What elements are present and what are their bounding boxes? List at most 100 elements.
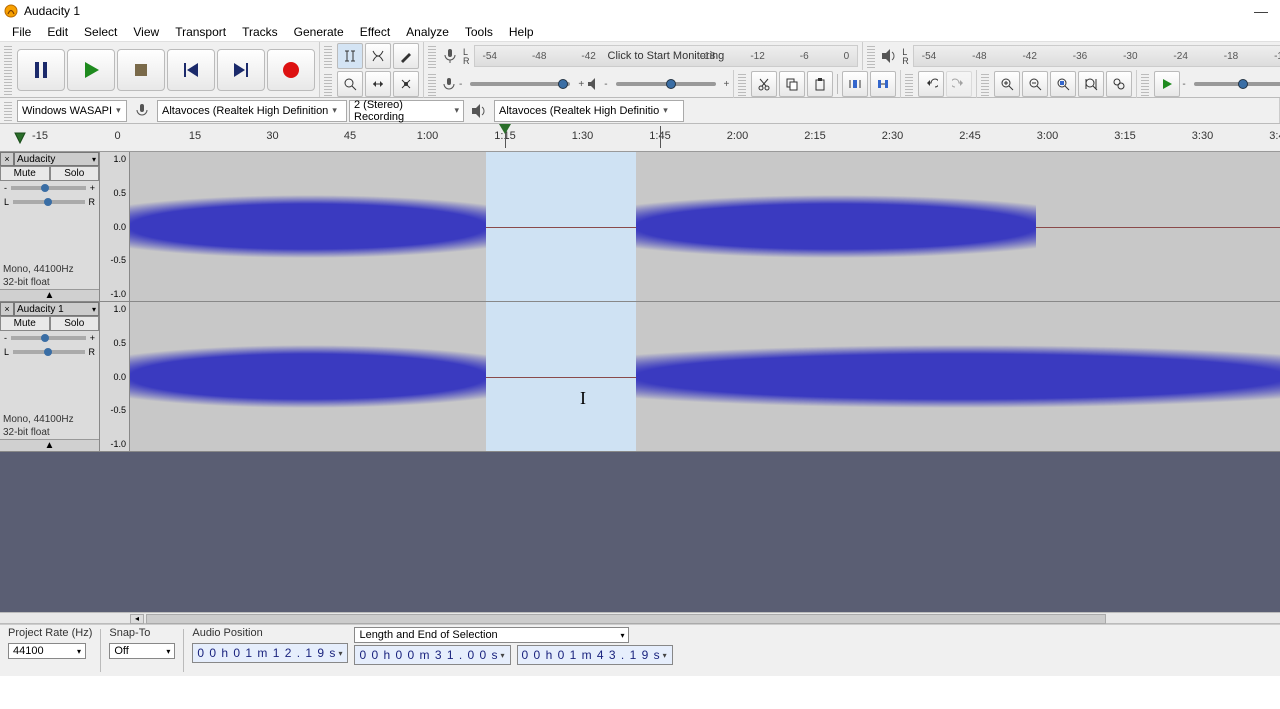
recording-device-select[interactable]: Altavoces (Realtek High Definition▾: [157, 100, 347, 122]
copy-button[interactable]: [779, 71, 805, 97]
audio-host-select[interactable]: Windows WASAPI▾: [17, 100, 127, 122]
amplitude-scale: 1.00.50.0-0.5-1.0: [100, 152, 130, 301]
menu-tracks[interactable]: Tracks: [234, 23, 286, 41]
zoom-out-button[interactable]: [1022, 71, 1048, 97]
redo-button[interactable]: [946, 71, 972, 97]
pan-slider[interactable]: [13, 350, 84, 354]
playback-volume-slider[interactable]: [616, 82, 716, 86]
track-menu-dropdown[interactable]: Audacity▾: [14, 152, 99, 166]
play-at-speed-button[interactable]: [1154, 71, 1180, 97]
waveform-display[interactable]: [130, 152, 1280, 301]
silence-button[interactable]: [870, 71, 896, 97]
zoom-toggle-button[interactable]: [1106, 71, 1132, 97]
mic-device-icon: [133, 102, 151, 120]
speaker-icon[interactable]: [880, 47, 898, 65]
recording-volume-slider[interactable]: [470, 82, 570, 86]
solo-button[interactable]: Solo: [50, 316, 100, 331]
skip-start-button[interactable]: [167, 49, 215, 91]
minimize-button[interactable]: —: [1246, 3, 1276, 19]
zoom-tool[interactable]: [337, 71, 363, 97]
track-area: × Audacity▾ Mute Solo -+ LR Mono, 44100H…: [0, 152, 1280, 612]
selection-tool[interactable]: [337, 43, 363, 69]
track-bitdepth-label: 32-bit float: [0, 426, 99, 439]
timeline-ruler[interactable]: -1501530451:001:151:301:452:002:152:302:…: [0, 124, 1280, 152]
audio-position-label: Audio Position: [192, 627, 348, 641]
menu-view[interactable]: View: [125, 23, 167, 41]
skip-end-button[interactable]: [217, 49, 265, 91]
track-collapse-button[interactable]: ▲: [0, 289, 99, 301]
track-close-button[interactable]: ×: [0, 302, 14, 316]
playback-speed-slider[interactable]: [1194, 82, 1280, 86]
solo-button[interactable]: Solo: [50, 166, 100, 181]
undo-toolbar: [901, 70, 977, 98]
length-end-select[interactable]: Length and End of Selection▾: [354, 627, 629, 643]
playback-meter[interactable]: -54 -48 -42 -36 -30 -24 -18 -12: [913, 45, 1280, 67]
tools-toolbar-2: [320, 70, 424, 98]
gain-slider[interactable]: [11, 336, 86, 340]
menu-effect[interactable]: Effect: [352, 23, 398, 41]
meter-start-monitoring-text[interactable]: Click to Start Monitoring: [608, 50, 725, 62]
menu-file[interactable]: File: [4, 23, 39, 41]
amplitude-scale: 1.00.50.0-0.5-1.0: [100, 302, 130, 451]
paste-button[interactable]: [807, 71, 833, 97]
waveform-display[interactable]: I: [130, 302, 1280, 451]
track-format-label: Mono, 44100Hz: [0, 413, 99, 426]
selection-end-field[interactable]: 0 0 h 0 1 m 4 3 . 1 9 s▾: [517, 645, 673, 665]
undo-button[interactable]: [918, 71, 944, 97]
track-collapse-button[interactable]: ▲: [0, 439, 99, 451]
menu-generate[interactable]: Generate: [286, 23, 352, 41]
horizontal-scrollbar[interactable]: ◂: [0, 612, 1280, 624]
zoom-toolbar: [977, 70, 1137, 98]
recording-meter-toolbar: LR -54 -48 -42 -18 -12 -6 0 Click to Sta…: [424, 42, 863, 70]
snap-to-select[interactable]: Off▾: [109, 643, 175, 659]
fit-selection-button[interactable]: [1050, 71, 1076, 97]
scroll-thumb[interactable]: [146, 614, 1106, 624]
selection-bar: Project Rate (Hz) 44100▾ Snap-To Off▾ Au…: [0, 624, 1280, 676]
play-at-speed-toolbar: - +: [1137, 70, 1280, 98]
trim-button[interactable]: [842, 71, 868, 97]
menu-select[interactable]: Select: [76, 23, 125, 41]
multi-tool[interactable]: [393, 71, 419, 97]
playback-device-select[interactable]: Altavoces (Realtek High Definitio▾: [494, 100, 684, 122]
fit-project-button[interactable]: [1078, 71, 1104, 97]
menu-transport[interactable]: Transport: [167, 23, 234, 41]
record-button[interactable]: [267, 49, 315, 91]
project-rate-label: Project Rate (Hz): [8, 627, 92, 641]
mic-icon[interactable]: [441, 47, 459, 65]
menu-edit[interactable]: Edit: [39, 23, 76, 41]
menu-help[interactable]: Help: [501, 23, 542, 41]
recording-meter[interactable]: -54 -48 -42 -18 -12 -6 0 Click to Start …: [474, 45, 859, 67]
menu-analyze[interactable]: Analyze: [398, 23, 457, 41]
pan-slider[interactable]: [13, 200, 84, 204]
stop-button[interactable]: [117, 49, 165, 91]
draw-tool[interactable]: [393, 43, 419, 69]
menu-tools[interactable]: Tools: [457, 23, 501, 41]
play-button[interactable]: [67, 49, 115, 91]
meter-r-label: R: [463, 57, 470, 66]
track-control-panel: × Audacity 1▾ Mute Solo -+ LR Mono, 4410…: [0, 302, 100, 451]
envelope-tool[interactable]: [365, 43, 391, 69]
edit-toolbar: [734, 70, 901, 98]
zoom-in-button[interactable]: [994, 71, 1020, 97]
device-toolbar: Windows WASAPI▾ Altavoces (Realtek High …: [0, 98, 1280, 123]
timeshift-tool[interactable]: [365, 71, 391, 97]
mute-button[interactable]: Mute: [0, 316, 50, 331]
track-bitdepth-label: 32-bit float: [0, 276, 99, 289]
menu-bar: File Edit Select View Transport Tracks G…: [0, 22, 1280, 42]
recording-channels-select[interactable]: 2 (Stereo) Recording▾: [349, 100, 464, 122]
mic-slider-icon: [441, 76, 457, 92]
track-close-button[interactable]: ×: [0, 152, 14, 166]
title-bar: Audacity 1 —: [0, 0, 1280, 22]
selection-length-field[interactable]: 0 0 h 0 0 m 3 1 . 0 0 s▾: [354, 645, 510, 665]
track-menu-dropdown[interactable]: Audacity 1▾: [14, 302, 99, 316]
mute-button[interactable]: Mute: [0, 166, 50, 181]
app-icon: [4, 4, 18, 18]
audio-position-field[interactable]: 0 0 h 0 1 m 1 2 . 1 9 s▾: [192, 643, 348, 663]
cut-button[interactable]: [751, 71, 777, 97]
empty-track-area[interactable]: [0, 452, 1280, 612]
project-rate-select[interactable]: 44100▾: [8, 643, 86, 659]
gain-slider[interactable]: [11, 186, 86, 190]
track-control-panel: × Audacity▾ Mute Solo -+ LR Mono, 44100H…: [0, 152, 100, 301]
scroll-left-button[interactable]: ◂: [130, 614, 144, 624]
pause-button[interactable]: [17, 49, 65, 91]
